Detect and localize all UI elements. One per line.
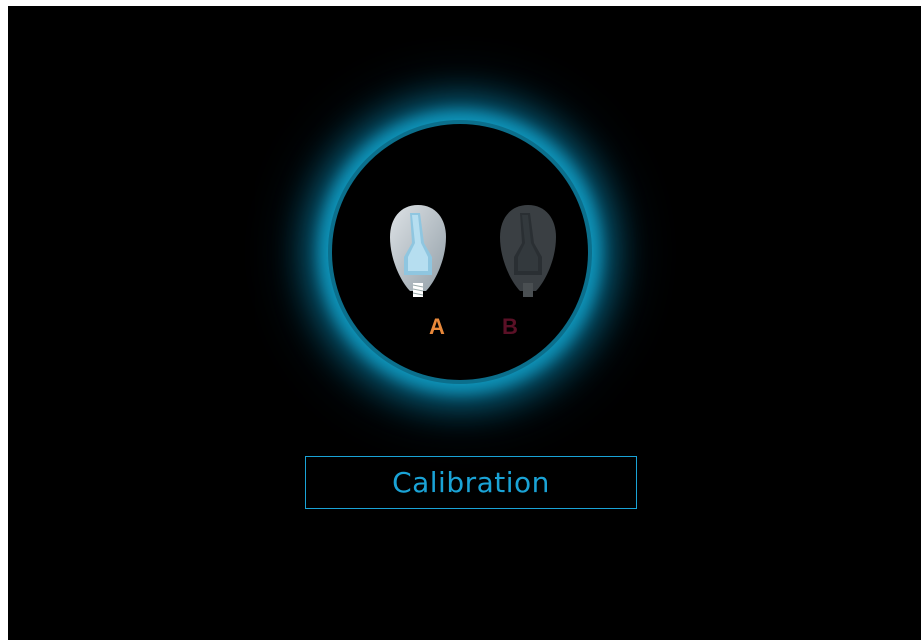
nozzle-b-label: B — [502, 314, 518, 339]
main-screen: A B Calibration — [8, 6, 921, 640]
nozzle-a-label: A — [429, 314, 445, 339]
calibration-button[interactable]: Calibration — [305, 456, 637, 509]
nozzle-a-icon — [386, 203, 450, 308]
nozzle-b-icon — [496, 203, 560, 308]
